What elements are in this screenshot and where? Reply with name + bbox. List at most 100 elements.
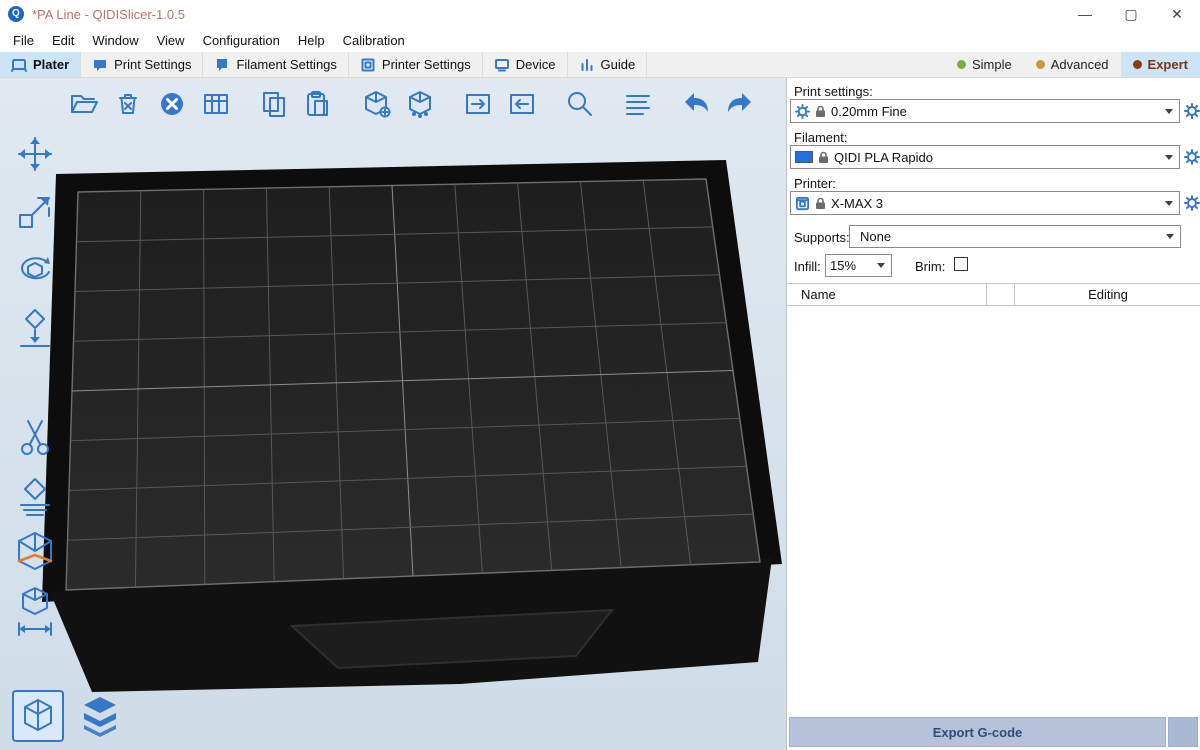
window-title: *PA Line - QIDISlicer-1.0.5: [32, 7, 185, 22]
print-bed-scene: [0, 78, 786, 750]
menu-view[interactable]: View: [148, 30, 194, 51]
mode-selector: Simple Advanced Expert: [945, 52, 1200, 77]
device-icon: [494, 57, 510, 73]
close-button[interactable]: ✕: [1154, 0, 1200, 28]
search-icon: [564, 88, 596, 120]
tab-print-settings[interactable]: Print Settings: [81, 52, 203, 77]
printer-combo[interactable]: X-MAX 3: [790, 191, 1180, 215]
tab-plater-label: Plater: [33, 57, 69, 72]
rotate-tool-button[interactable]: [10, 246, 60, 294]
minimize-button[interactable]: —: [1062, 0, 1108, 28]
cut-tool-button[interactable]: [10, 414, 60, 462]
delete-button[interactable]: [112, 88, 144, 120]
print-settings-combo[interactable]: 0.20mm Fine: [790, 99, 1180, 123]
lock-icon: [818, 151, 829, 164]
mode-expert-label: Expert: [1148, 57, 1188, 72]
tab-bar: Plater Print Settings Filament Settings …: [0, 52, 1200, 78]
tab-device-label: Device: [516, 57, 556, 72]
delete-icon: [113, 89, 143, 119]
filament-color-swatch: [795, 151, 813, 163]
editor-3d-view-icon: [18, 696, 58, 736]
menu-edit[interactable]: Edit: [43, 30, 83, 51]
advanced-dot-icon: [1036, 60, 1045, 69]
menu-window[interactable]: Window: [83, 30, 147, 51]
mode-advanced-label: Advanced: [1051, 57, 1109, 72]
scale-tool-button[interactable]: [10, 188, 60, 236]
remove-instance-button[interactable]: [506, 88, 538, 120]
tab-guide[interactable]: Guide: [568, 52, 648, 77]
preview-layers-view-button[interactable]: [74, 690, 126, 742]
filament-combo[interactable]: QIDI PLA Rapido: [790, 145, 1180, 169]
paste-button[interactable]: [302, 88, 334, 120]
delete-all-button[interactable]: [156, 88, 188, 120]
infill-combo[interactable]: 15%: [825, 254, 892, 277]
3d-viewport[interactable]: [0, 78, 786, 750]
infill-value: 15%: [830, 258, 872, 273]
tab-filament-settings[interactable]: Filament Settings: [203, 52, 348, 77]
arrange-button[interactable]: [200, 88, 232, 120]
maximize-button[interactable]: ▢: [1108, 0, 1154, 28]
place-on-face-tool-button[interactable]: [10, 304, 60, 352]
view-toggle: [12, 690, 126, 742]
mode-advanced[interactable]: Advanced: [1024, 52, 1121, 77]
move-tool-icon: [13, 132, 57, 176]
filament-settings-icon: [214, 57, 230, 73]
title-bar: *PA Line - QIDISlicer-1.0.5 — ▢ ✕: [0, 0, 1200, 28]
object-list[interactable]: [787, 306, 1200, 706]
mode-simple[interactable]: Simple: [945, 52, 1024, 77]
measure-tool-button[interactable]: [10, 530, 60, 578]
supports-combo[interactable]: None: [849, 225, 1181, 248]
chevron-down-icon: [1165, 155, 1173, 160]
rotate-tool-icon: [13, 248, 57, 292]
editor-3d-view-button[interactable]: [12, 690, 64, 742]
move-tool-button[interactable]: [10, 130, 60, 178]
menu-configuration[interactable]: Configuration: [194, 30, 289, 51]
menu-bar: File Edit Window View Configuration Help…: [0, 28, 1200, 52]
add-instance-button[interactable]: [462, 88, 494, 120]
assembly-tool-button[interactable]: [10, 588, 60, 636]
left-toolbar: [6, 130, 64, 636]
delete-all-icon: [157, 89, 187, 119]
tab-device[interactable]: Device: [483, 52, 568, 77]
chevron-down-icon: [1166, 234, 1174, 239]
search-button[interactable]: [564, 88, 596, 120]
add-instance-icon: [463, 89, 493, 119]
menu-file[interactable]: File: [4, 30, 43, 51]
open-folder-button[interactable]: [68, 88, 100, 120]
plater-icon: [11, 57, 27, 73]
redo-button[interactable]: [724, 88, 756, 120]
undo-button[interactable]: [680, 88, 712, 120]
menu-help[interactable]: Help: [289, 30, 334, 51]
tab-plater[interactable]: Plater: [0, 52, 81, 77]
copy-icon: [259, 89, 289, 119]
column-header-editing[interactable]: Editing: [1015, 284, 1200, 305]
settings-sidebar: Print settings: 0.20mm Fine Filament: QI…: [786, 78, 1200, 750]
export-gcode-options-button[interactable]: [1168, 717, 1198, 747]
brim-checkbox[interactable]: [954, 257, 968, 271]
support-paint-tool-button[interactable]: [10, 472, 60, 520]
split-to-objects-button[interactable]: [360, 88, 392, 120]
variable-layer-height-button[interactable]: [622, 88, 654, 120]
scale-tool-icon: [13, 190, 57, 234]
tab-printer-settings[interactable]: Printer Settings: [349, 52, 483, 77]
gear-icon: [795, 104, 810, 119]
open-folder-icon: [69, 89, 99, 119]
lock-icon: [815, 105, 826, 118]
column-header-name[interactable]: Name: [787, 284, 987, 305]
chevron-down-icon: [1165, 109, 1173, 114]
object-list-header: Name Editing: [787, 283, 1200, 306]
print-settings-gear-button[interactable]: [1183, 102, 1200, 120]
menu-calibration[interactable]: Calibration: [334, 30, 414, 51]
lock-icon: [815, 197, 826, 210]
copy-button[interactable]: [258, 88, 290, 120]
export-gcode-button[interactable]: Export G-code: [789, 717, 1166, 747]
filament-gear-button[interactable]: [1183, 148, 1200, 166]
column-header-blank[interactable]: [987, 284, 1015, 305]
mode-expert[interactable]: Expert: [1121, 52, 1200, 77]
mode-simple-label: Simple: [972, 57, 1012, 72]
split-to-parts-button[interactable]: [404, 88, 436, 120]
printer-gear-button[interactable]: [1183, 194, 1200, 212]
variable-layer-height-icon: [623, 89, 653, 119]
tab-print-settings-label: Print Settings: [114, 57, 191, 72]
redo-icon: [724, 88, 756, 120]
